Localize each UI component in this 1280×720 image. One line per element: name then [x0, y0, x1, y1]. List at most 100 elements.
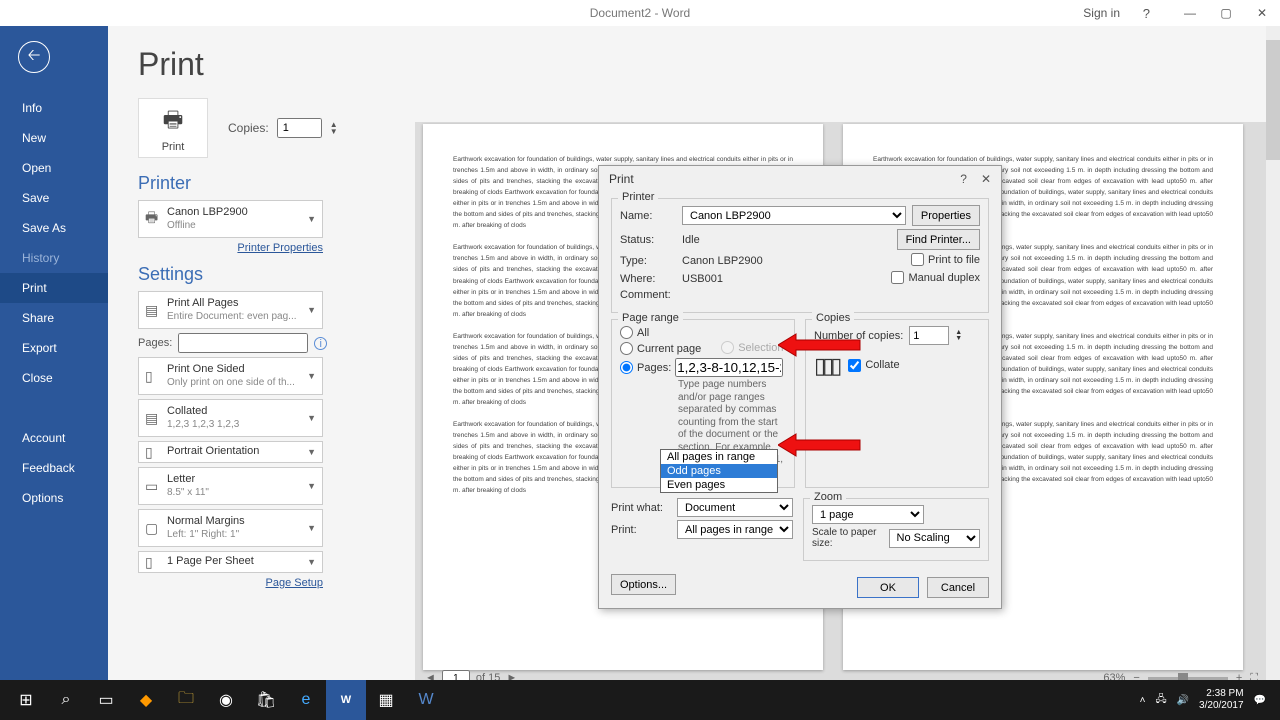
spinner-icon[interactable]: ▲▼: [330, 121, 338, 135]
page-heading: Print: [138, 46, 1250, 83]
sides-dropdown[interactable]: ▯ Print One SidedOnly print on one side …: [138, 357, 323, 395]
print-to-file-checkbox[interactable]: [911, 253, 924, 266]
chevron-down-icon: ▼: [307, 413, 316, 423]
manual-duplex-checkbox[interactable]: [891, 271, 904, 284]
app-icon[interactable]: ◆: [126, 680, 166, 720]
print-dialog: Print ?✕ Printer Name: Canon LBP2900 Pro…: [598, 165, 1002, 609]
portrait-icon: ▯: [145, 444, 167, 461]
printer-dropdown[interactable]: 🖶 Canon LBP2900Offline ▼: [138, 200, 323, 238]
margins-icon: ▢: [145, 520, 167, 537]
print-what-select[interactable]: Document: [677, 498, 793, 517]
sidebar-item-options[interactable]: Options: [0, 483, 108, 513]
scale-select[interactable]: No Scaling: [889, 529, 980, 548]
find-printer-button[interactable]: Find Printer...: [897, 229, 980, 250]
sidebar-item-close[interactable]: Close: [0, 363, 108, 393]
help-icon[interactable]: ?: [1143, 6, 1150, 21]
store-icon[interactable]: 🛍: [246, 680, 286, 720]
properties-button[interactable]: Properties: [912, 205, 980, 226]
signin-link[interactable]: Sign in: [1083, 6, 1120, 20]
page-range-group-label: Page range: [618, 312, 683, 324]
sidebar-item-saveas[interactable]: Save As: [0, 213, 108, 243]
zoom-group-label: Zoom: [810, 491, 846, 503]
opt-all-pages[interactable]: All pages in range: [661, 450, 777, 464]
word-icon[interactable]: W: [326, 680, 366, 720]
sidebar-item-info[interactable]: Info: [0, 93, 108, 123]
back-button[interactable]: 🡠: [18, 41, 50, 73]
orientation-dropdown[interactable]: ▯ Portrait Orientation ▼: [138, 441, 323, 463]
printer-name-select[interactable]: Canon LBP2900: [682, 206, 906, 225]
sidebar-item-print[interactable]: Print: [0, 273, 108, 303]
pages-per-sheet-dropdown[interactable]: ▯ 1 Page Per Sheet ▼: [138, 551, 323, 573]
spinner-icon[interactable]: ▲▼: [955, 330, 962, 341]
options-button[interactable]: Options...: [611, 574, 676, 595]
print-button[interactable]: 🖶 Print: [138, 98, 208, 158]
tray-chevron-icon[interactable]: ˄: [1140, 695, 1146, 706]
copies-label: Copies:: [228, 121, 269, 135]
print-odd-even-select[interactable]: All pages in range: [677, 520, 793, 539]
close-icon[interactable]: ✕: [1244, 6, 1280, 20]
volume-icon[interactable]: 🔊: [1177, 695, 1189, 706]
ok-button[interactable]: OK: [857, 577, 919, 598]
pages-radio[interactable]: [620, 361, 633, 374]
current-page-radio[interactable]: [620, 342, 633, 355]
margins-dropdown[interactable]: ▢ Normal MarginsLeft: 1" Right: 1" ▼: [138, 509, 323, 547]
notifications-icon[interactable]: 💬: [1254, 695, 1266, 706]
pages-range-input[interactable]: [675, 358, 783, 377]
app-icon[interactable]: W: [406, 680, 446, 720]
minimize-icon[interactable]: —: [1172, 6, 1208, 20]
opt-odd-pages[interactable]: Odd pages: [661, 464, 777, 478]
chrome-icon[interactable]: ◉: [206, 680, 246, 720]
pages-icon: ▤: [145, 302, 167, 319]
pages-per-sheet-select[interactable]: 1 page: [812, 505, 924, 524]
sidebar-item-export[interactable]: Export: [0, 333, 108, 363]
sidebar-item-open[interactable]: Open: [0, 153, 108, 183]
chevron-down-icon: ▼: [307, 481, 316, 491]
paper-icon: ▭: [145, 478, 167, 495]
all-radio[interactable]: [620, 326, 633, 339]
copies-group-label: Copies: [812, 312, 854, 324]
vertical-scrollbar[interactable]: [1266, 26, 1280, 680]
cancel-button[interactable]: Cancel: [927, 577, 989, 598]
num-copies-input[interactable]: [909, 326, 949, 345]
info-icon[interactable]: i: [314, 337, 327, 350]
app-icon[interactable]: ▦: [366, 680, 406, 720]
dialog-close-icon[interactable]: ✕: [981, 172, 991, 186]
window-controls: — ▢ ✕: [1172, 0, 1280, 26]
dialog-title: Print: [609, 172, 634, 186]
page-setup-link[interactable]: Page Setup: [138, 577, 323, 589]
annotation-arrow-1: [778, 332, 862, 358]
title-text: Document2 - Word: [590, 6, 690, 20]
paper-dropdown[interactable]: ▭ Letter8.5" x 11" ▼: [138, 467, 323, 505]
chevron-down-icon: ▼: [307, 523, 316, 533]
maximize-icon[interactable]: ▢: [1208, 6, 1244, 20]
sidebar-item-new[interactable]: New: [0, 123, 108, 153]
titlebar: Document2 - Word Sign in ? — ▢ ✕: [0, 0, 1280, 26]
pages-input[interactable]: [178, 333, 308, 353]
dialog-help-icon[interactable]: ?: [960, 172, 967, 186]
collate-dropdown[interactable]: ▤ Collated1,2,3 1,2,3 1,2,3 ▼: [138, 399, 323, 437]
opt-even-pages[interactable]: Even pages: [661, 478, 777, 492]
print-range-dropdown[interactable]: ▤ Print All PagesEntire Document: even p…: [138, 291, 323, 329]
collate-checkbox[interactable]: [848, 359, 861, 372]
sidebar-item-save[interactable]: Save: [0, 183, 108, 213]
start-button[interactable]: ⊞: [6, 680, 46, 720]
copies-input[interactable]: [277, 118, 322, 138]
sheet-icon: ▯: [145, 554, 167, 571]
explorer-icon[interactable]: 🗀: [166, 680, 206, 720]
task-view-icon[interactable]: ▭: [86, 680, 126, 720]
chevron-down-icon: ▼: [307, 371, 316, 381]
clock[interactable]: 2:38 PM3/20/2017: [1199, 688, 1244, 712]
edge-icon[interactable]: e: [286, 680, 326, 720]
chevron-down-icon: ▼: [307, 214, 316, 224]
network-icon[interactable]: 🖧: [1155, 692, 1166, 709]
sidebar-item-feedback[interactable]: Feedback: [0, 453, 108, 483]
collate-icon: ▤: [145, 410, 167, 427]
printer-properties-link[interactable]: Printer Properties: [138, 242, 323, 254]
chevron-down-icon: ▼: [307, 305, 316, 315]
selection-radio: [721, 341, 734, 354]
search-icon[interactable]: ⌕: [46, 680, 86, 720]
taskbar: ⊞ ⌕ ▭ ◆ 🗀 ◉ 🛍 e W ▦ W ˄ 🖧 🔊 2:38 PM3/20/…: [0, 680, 1280, 720]
printer-status-icon: 🖶: [145, 207, 167, 231]
sidebar-item-share[interactable]: Share: [0, 303, 108, 333]
sidebar-item-account[interactable]: Account: [0, 423, 108, 453]
